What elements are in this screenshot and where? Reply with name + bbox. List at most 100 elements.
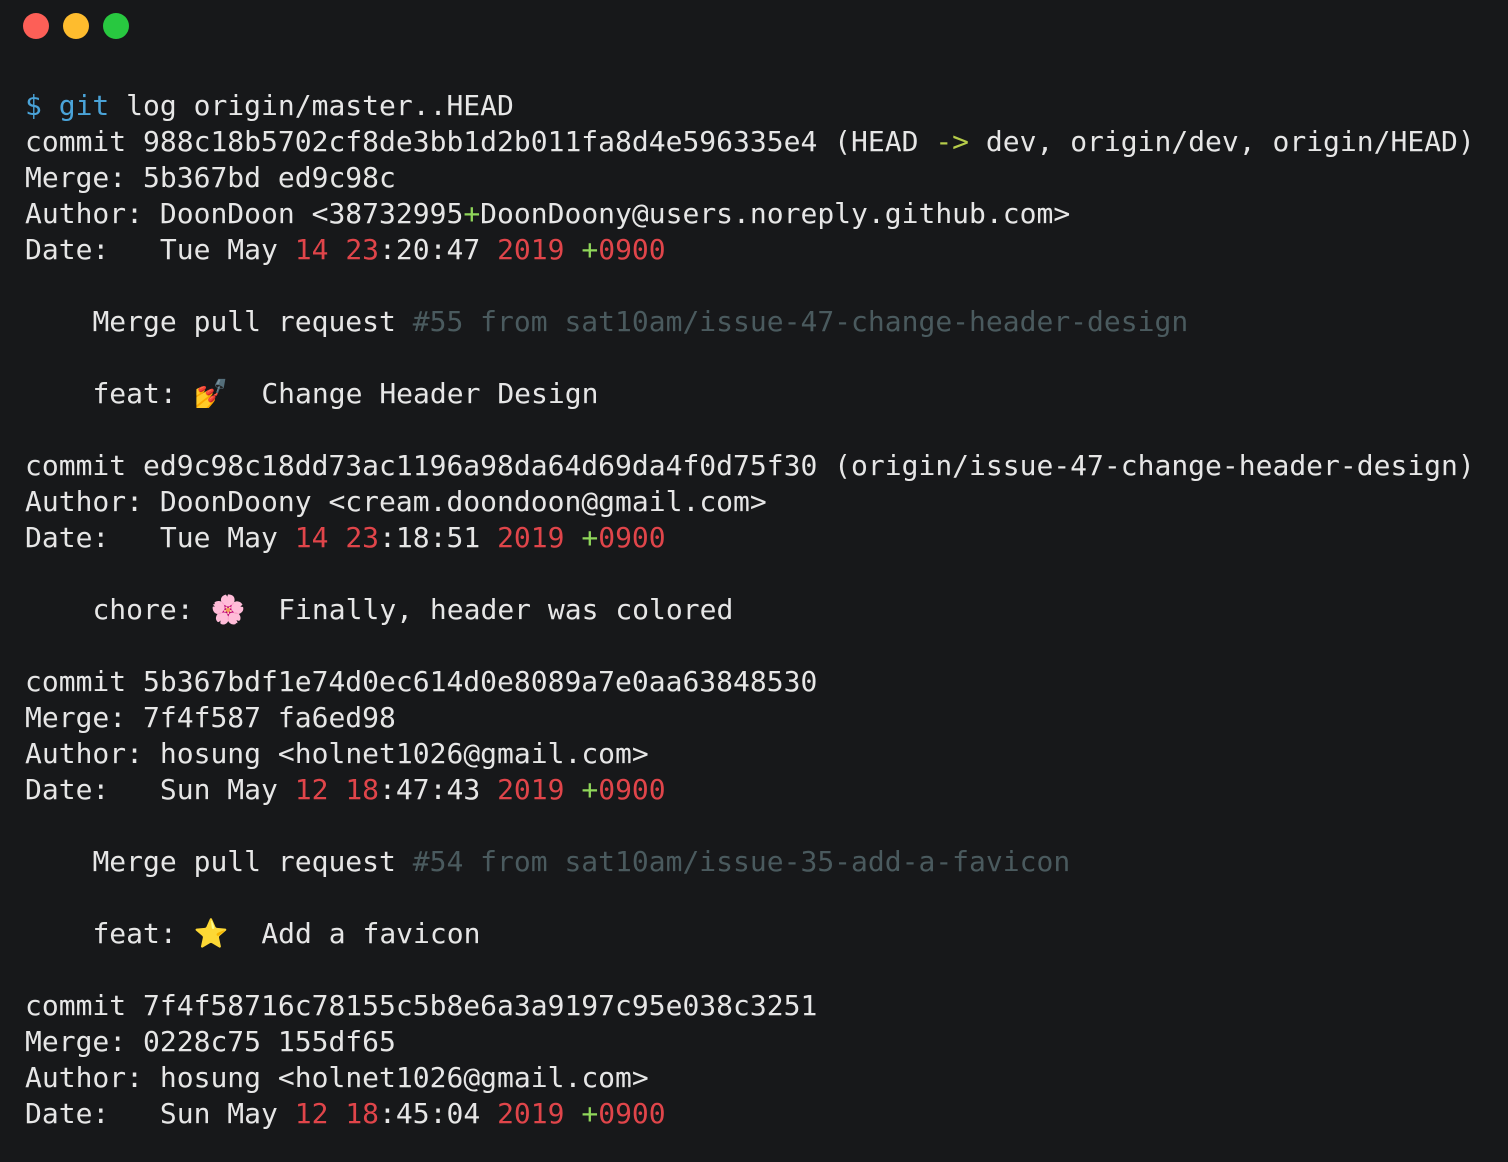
date-label: Date: <box>25 1097 110 1130</box>
commit-hash: 5b367bdf1e74d0ec614d0e8089a7e0aa63848530 <box>143 665 818 698</box>
author-name: hosung <box>159 1061 262 1094</box>
date-dd: 12 <box>294 773 329 806</box>
minimize-button[interactable] <box>63 13 89 39</box>
date-line: Date: Tue May 14 23:18:51 2019 +0900 <box>25 520 1508 556</box>
terminal-window: $ git log origin/master..HEAD commit 988… <box>0 0 1508 1162</box>
date-hh: 18 <box>345 773 380 806</box>
date-label: Date: <box>25 773 110 806</box>
commit-hash: 988c18b5702cf8de3bb1d2b011fa8d4e596335e4 <box>143 125 818 158</box>
author-name: hosung <box>159 737 262 770</box>
message-line: Merge pull request #54 from sat10am/issu… <box>25 844 1508 880</box>
commit-refs-rest: dev, origin/dev, origin/HEAD) <box>985 125 1475 158</box>
message-ref: #54 from sat10am/issue-35-add-a-favicon <box>412 845 1071 878</box>
cherry-blossom-icon: 🌸 <box>210 593 246 626</box>
maximize-button[interactable] <box>103 13 129 39</box>
merge-line: Merge: 0228c75 155df65 <box>25 1024 1508 1060</box>
message-text: Merge pull request <box>92 305 396 338</box>
message-type: chore: <box>92 593 194 626</box>
date-year: 2019 <box>497 773 565 806</box>
merge-parents: 5b367bd ed9c98c <box>143 161 396 194</box>
nail-polish-icon: 💅 <box>193 377 229 410</box>
date-time: :20:47 <box>379 233 481 266</box>
message-type: feat: <box>92 917 177 950</box>
date-tz: 0900 <box>598 521 666 554</box>
merge-line: Merge: 7f4f587 fa6ed98 <box>25 700 1508 736</box>
date-day: Sun May <box>159 1097 278 1130</box>
merge-label: Merge: <box>25 1025 127 1058</box>
prompt-line: $ git log origin/master..HEAD <box>25 88 1508 124</box>
merge-line: Merge: 5b367bd ed9c98c <box>25 160 1508 196</box>
author-email-rest: DoonDoony@users.noreply.github.com> <box>480 197 1071 230</box>
merge-label: Merge: <box>25 701 127 734</box>
terminal-output: $ git log origin/master..HEAD commit 988… <box>25 88 1508 1132</box>
date-year: 2019 <box>497 521 565 554</box>
date-dd: 14 <box>294 233 329 266</box>
prompt-symbol: $ <box>25 89 42 122</box>
commit-hash: 7f4f58716c78155c5b8e6a3a9197c95e038c3251 <box>143 989 818 1022</box>
date-day: Tue May <box>159 521 278 554</box>
date-tz: 0900 <box>598 773 666 806</box>
date-hh: 18 <box>345 1097 380 1130</box>
prompt-args: log origin/master..HEAD <box>126 89 514 122</box>
date-time: :18:51 <box>379 521 481 554</box>
refs-arrow: -> <box>935 125 970 158</box>
tz-plus: + <box>581 233 599 266</box>
date-day: Tue May <box>159 233 278 266</box>
merge-parents: 0228c75 155df65 <box>143 1025 396 1058</box>
date-year: 2019 <box>497 233 565 266</box>
merge-label: Merge: <box>25 161 127 194</box>
author-name: DoonDoon <box>159 197 295 230</box>
author-label: Author: <box>25 737 144 770</box>
author-label: Author: <box>25 197 144 230</box>
message-line: Merge pull request #55 from sat10am/issu… <box>25 304 1508 340</box>
message-text: Change Header Design <box>261 377 599 410</box>
email-plus: + <box>463 197 481 230</box>
date-label: Date: <box>25 233 110 266</box>
close-button[interactable] <box>23 13 49 39</box>
commit-line: commit 988c18b5702cf8de3bb1d2b011fa8d4e5… <box>25 124 1508 160</box>
commit-hash: ed9c98c18dd73ac1196a98da64d69da4f0d75f30 <box>143 449 818 482</box>
author-line: Author: DoonDoony <cream.doondoon@gmail.… <box>25 484 1508 520</box>
window-controls <box>23 13 129 39</box>
author-email: <cream.doondoon@gmail.com> <box>328 485 767 518</box>
tz-plus: + <box>581 521 599 554</box>
commit-refs: (origin/issue-47-change-header-design) <box>834 449 1475 482</box>
tz-plus: + <box>581 773 599 806</box>
message-ref: #55 from sat10am/issue-47-change-header-… <box>412 305 1189 338</box>
message-text: Add a favicon <box>261 917 481 950</box>
commit-line: commit 5b367bdf1e74d0ec614d0e8089a7e0aa6… <box>25 664 1508 700</box>
author-label: Author: <box>25 1061 144 1094</box>
message-type: feat: <box>92 377 177 410</box>
author-email: <38732995 <box>311 197 464 230</box>
tz-plus: + <box>581 1097 599 1130</box>
author-email: <holnet1026@gmail.com> <box>277 1061 649 1094</box>
message-line: feat: 💅 Change Header Design <box>25 376 1508 412</box>
author-email: <holnet1026@gmail.com> <box>277 737 649 770</box>
author-line: Author: DoonDoon <38732995+DoonDoony@use… <box>25 196 1508 232</box>
author-name: DoonDoony <box>159 485 312 518</box>
commit-line: commit ed9c98c18dd73ac1196a98da64d69da4f… <box>25 448 1508 484</box>
message-line: chore: 🌸 Finally, header was colored <box>25 592 1508 628</box>
commit-refs: (HEAD <box>834 125 919 158</box>
date-line: Date: Tue May 14 23:20:47 2019 +0900 <box>25 232 1508 268</box>
commit-label: commit <box>25 449 127 482</box>
message-text: Merge pull request <box>92 845 396 878</box>
date-line: Date: Sun May 12 18:47:43 2019 +0900 <box>25 772 1508 808</box>
star-icon: ⭐ <box>193 917 229 950</box>
message-line: feat: ⭐ Add a favicon <box>25 916 1508 952</box>
commit-line: commit 7f4f58716c78155c5b8e6a3a9197c95e0… <box>25 988 1508 1024</box>
date-tz: 0900 <box>598 233 666 266</box>
date-line: Date: Sun May 12 18:45:04 2019 +0900 <box>25 1096 1508 1132</box>
date-hh: 23 <box>345 233 380 266</box>
author-line: Author: hosung <holnet1026@gmail.com> <box>25 736 1508 772</box>
date-day: Sun May <box>159 773 278 806</box>
date-label: Date: <box>25 521 110 554</box>
commit-label: commit <box>25 665 127 698</box>
